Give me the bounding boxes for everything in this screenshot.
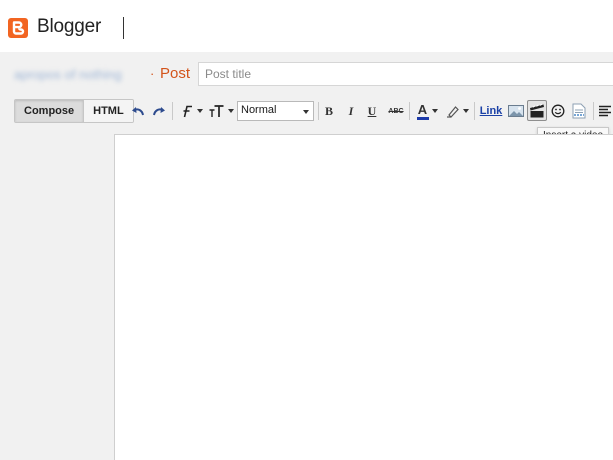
insert-link-button[interactable]: Link	[479, 101, 503, 121]
post-title-input[interactable]	[198, 62, 613, 86]
tab-compose[interactable]: Compose	[15, 100, 84, 122]
jump-break-icon	[572, 103, 586, 119]
font-size-icon	[209, 104, 225, 118]
font-size-button[interactable]	[208, 101, 234, 121]
post-body-editor[interactable]	[114, 134, 613, 460]
redo-button[interactable]	[151, 101, 167, 121]
toolbar-divider	[318, 102, 319, 120]
text-color-button[interactable]: A	[414, 101, 440, 121]
chevron-down-icon	[431, 109, 438, 113]
chevron-down-icon	[462, 109, 469, 113]
breadcrumb-post: Post	[160, 65, 191, 82]
breadcrumb-separator: ·	[150, 66, 155, 81]
text-color-icon: A	[416, 103, 429, 120]
insert-video-icon	[529, 103, 545, 118]
italic-button[interactable]: I	[344, 101, 358, 121]
insert-video-button[interactable]	[527, 100, 547, 121]
chevron-down-icon	[303, 110, 309, 114]
header-divider	[123, 17, 124, 39]
highlight-pen-icon	[446, 104, 460, 118]
toolbar-divider	[474, 102, 475, 120]
undo-button[interactable]	[130, 101, 146, 121]
chevron-down-icon	[196, 109, 203, 113]
redo-icon	[152, 105, 166, 117]
font-family-icon	[180, 104, 194, 118]
align-button[interactable]	[598, 101, 613, 121]
toolbar-divider	[593, 102, 594, 120]
insert-image-button[interactable]	[507, 101, 525, 121]
strikethrough-button[interactable]: ABC	[386, 101, 406, 121]
left-gutter	[0, 134, 114, 460]
highlight-color-button[interactable]	[444, 101, 470, 121]
toolbar-divider	[172, 102, 173, 120]
editor-toolbar: Compose HTML Normal B I U ABC A Link	[0, 94, 613, 134]
undo-icon	[131, 105, 145, 117]
align-icon	[598, 105, 612, 117]
insert-jump-break-button[interactable]	[570, 101, 588, 121]
format-selected-value: Normal	[241, 104, 277, 116]
bold-button[interactable]: B	[322, 101, 336, 121]
underline-button[interactable]: U	[365, 101, 379, 121]
blog-name-link[interactable]: apropos of nothing	[14, 67, 122, 82]
blogger-logo-icon[interactable]	[8, 18, 28, 38]
font-family-button[interactable]	[178, 101, 204, 121]
chevron-down-icon	[227, 109, 234, 113]
paragraph-format-select[interactable]: Normal	[237, 101, 314, 121]
editor-mode-tabs: Compose HTML	[14, 99, 134, 123]
insert-image-icon	[508, 104, 524, 118]
emoji-icon	[551, 104, 565, 118]
brand-name: Blogger	[37, 16, 102, 37]
emoji-button[interactable]	[550, 101, 566, 121]
top-bar: Blogger	[0, 0, 613, 52]
tab-html[interactable]: HTML	[83, 100, 133, 122]
toolbar-divider	[409, 102, 410, 120]
